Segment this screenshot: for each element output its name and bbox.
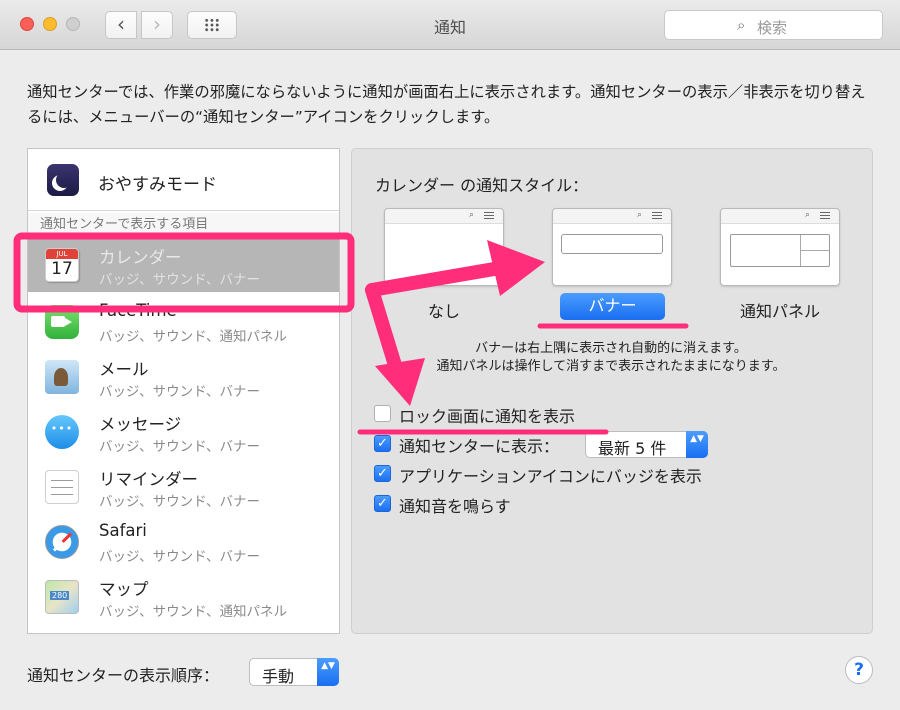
thumbnail-menubar: ⌕ [721, 209, 839, 224]
app-name: Safari [99, 521, 147, 540]
safari-icon [45, 525, 79, 559]
lock-screen-label: ロック画面に通知を表示 [399, 407, 576, 426]
style-alert-thumbnail[interactable]: ⌕ [720, 208, 840, 286]
calendar-icon-day: 17 [51, 259, 73, 279]
list-item-messages[interactable]: メッセージ バッジ、サウンド、バナー [28, 404, 339, 459]
search-icon: ⌕ [737, 16, 746, 34]
app-name: カレンダー [99, 248, 182, 267]
title-bar: ‹ › 通知 ⌕ 検索 [0, 0, 900, 50]
recent-count-value: 最新 5 件 [598, 439, 667, 458]
notification-center-label: 通知センターに表示： [399, 437, 560, 456]
app-subtitle: バッジ、サウンド、バナー [99, 384, 261, 400]
notification-center-checkbox[interactable]: ✓ [374, 435, 391, 452]
list-item-reminders[interactable]: リマインダー バッジ、サウンド、バナー [28, 459, 339, 514]
thumbnail-menubar: ⌕ [553, 209, 671, 224]
reminders-icon [45, 470, 79, 504]
description-text: 通知センターでは、作業の邪魔にならないように通知が画面右上に表示されます。通知セ… [27, 83, 866, 126]
mail-icon [45, 360, 79, 394]
list-icon [484, 212, 494, 219]
style-banner-label[interactable]: バナー [560, 293, 665, 320]
list-icon [652, 212, 662, 219]
app-subtitle: バッジ、サウンド、バナー [99, 272, 261, 288]
messages-icon [45, 415, 79, 449]
style-none-thumbnail[interactable]: ⌕ [384, 208, 504, 286]
search-icon: ⌕ [469, 210, 475, 220]
recent-count-select[interactable]: 最新 5 件 ▲▼ [585, 431, 708, 458]
calendar-icon: JUL 17 [45, 248, 79, 282]
search-icon: ⌕ [637, 210, 643, 220]
order-label: 通知センターの表示順序： [27, 666, 220, 685]
maps-icon [45, 580, 79, 614]
style-title: カレンダー の通知スタイル： [375, 176, 589, 195]
do-not-disturb-label: おやすみモード [98, 175, 217, 195]
calendar-icon-month: JUL [46, 249, 78, 259]
style-alert-label[interactable]: 通知パネル [720, 298, 840, 322]
app-name: リマインダー [99, 470, 198, 489]
list-item-maps[interactable]: マップ バッジ、サウンド、通知パネル [28, 569, 339, 624]
list-icon [820, 212, 830, 219]
app-subtitle: バッジ、サウンド、通知パネル [99, 329, 288, 345]
style-description-line: 通知パネルは操作して消すまで表示されたままになります。 [436, 359, 786, 374]
help-button[interactable]: ? [845, 656, 873, 684]
sound-label: 通知音を鳴らす [399, 497, 511, 516]
style-description: バナーは右上隅に表示され自動的に消えます。 通知パネルは操作して消すまで表示され… [376, 340, 846, 376]
lock-screen-checkbox[interactable] [374, 405, 391, 422]
style-banner-thumbnail[interactable]: ⌕ [552, 208, 672, 286]
list-item-mail[interactable]: メール バッジ、サウンド、バナー [28, 349, 339, 404]
stepper-icon: ▲▼ [686, 431, 708, 458]
app-subtitle: バッジ、サウンド、通知パネル [99, 604, 288, 620]
list-item-safari[interactable]: Safari バッジ、サウンド、バナー [28, 514, 339, 569]
alert-preview [730, 234, 830, 267]
app-subtitle: バッジ、サウンド、バナー [99, 549, 261, 565]
search-field[interactable]: ⌕ 検索 [664, 10, 883, 40]
app-name: マップ [99, 580, 149, 599]
moon-icon [47, 164, 79, 196]
style-description-line: バナーは右上隅に表示され自動的に消えます。 [475, 341, 747, 356]
sound-checkbox[interactable]: ✓ [374, 495, 391, 512]
app-subtitle: バッジ、サウンド、バナー [99, 439, 261, 455]
list-item-facetime[interactable]: FaceTime バッジ、サウンド、通知パネル [28, 294, 339, 349]
thumbnail-menubar: ⌕ [385, 209, 503, 224]
badge-label: アプリケーションアイコンにバッジを表示 [399, 467, 702, 486]
facetime-icon [45, 305, 79, 339]
app-name: メール [99, 360, 149, 379]
style-none-label[interactable]: なし [384, 298, 504, 322]
app-subtitle: バッジ、サウンド、バナー [99, 494, 261, 510]
app-name: FaceTime [99, 301, 177, 320]
do-not-disturb-row[interactable]: おやすみモード [28, 149, 339, 211]
app-list[interactable]: おやすみモード 通知センターで表示する項目 JUL 17 カレンダー バッジ、サ… [27, 148, 340, 634]
search-placeholder: 検索 [757, 19, 788, 37]
order-value: 手動 [262, 667, 295, 686]
order-select[interactable]: 手動 ▲▼ [249, 658, 339, 686]
banner-preview [561, 234, 663, 254]
stepper-icon: ▲▼ [317, 658, 339, 686]
search-icon: ⌕ [805, 210, 811, 220]
app-name: メッセージ [99, 415, 182, 434]
badge-checkbox[interactable]: ✓ [374, 465, 391, 482]
list-item-calendar[interactable]: JUL 17 カレンダー バッジ、サウンド、バナー [28, 237, 339, 292]
section-header: 通知センターで表示する項目 [28, 213, 339, 233]
